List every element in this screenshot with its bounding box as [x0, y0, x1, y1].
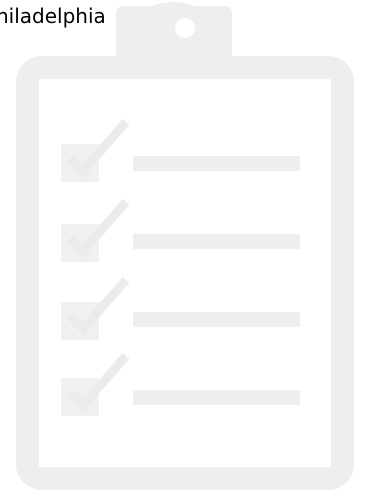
checklist-line: [133, 312, 300, 327]
clipboard-clip: [116, 2, 232, 62]
checklist-line: [133, 234, 300, 249]
page: hiladelphia: [0, 0, 369, 496]
checklist-line: [133, 156, 300, 171]
checklist-line: [133, 390, 300, 405]
clipboard-checklist-icon: [16, 2, 354, 490]
